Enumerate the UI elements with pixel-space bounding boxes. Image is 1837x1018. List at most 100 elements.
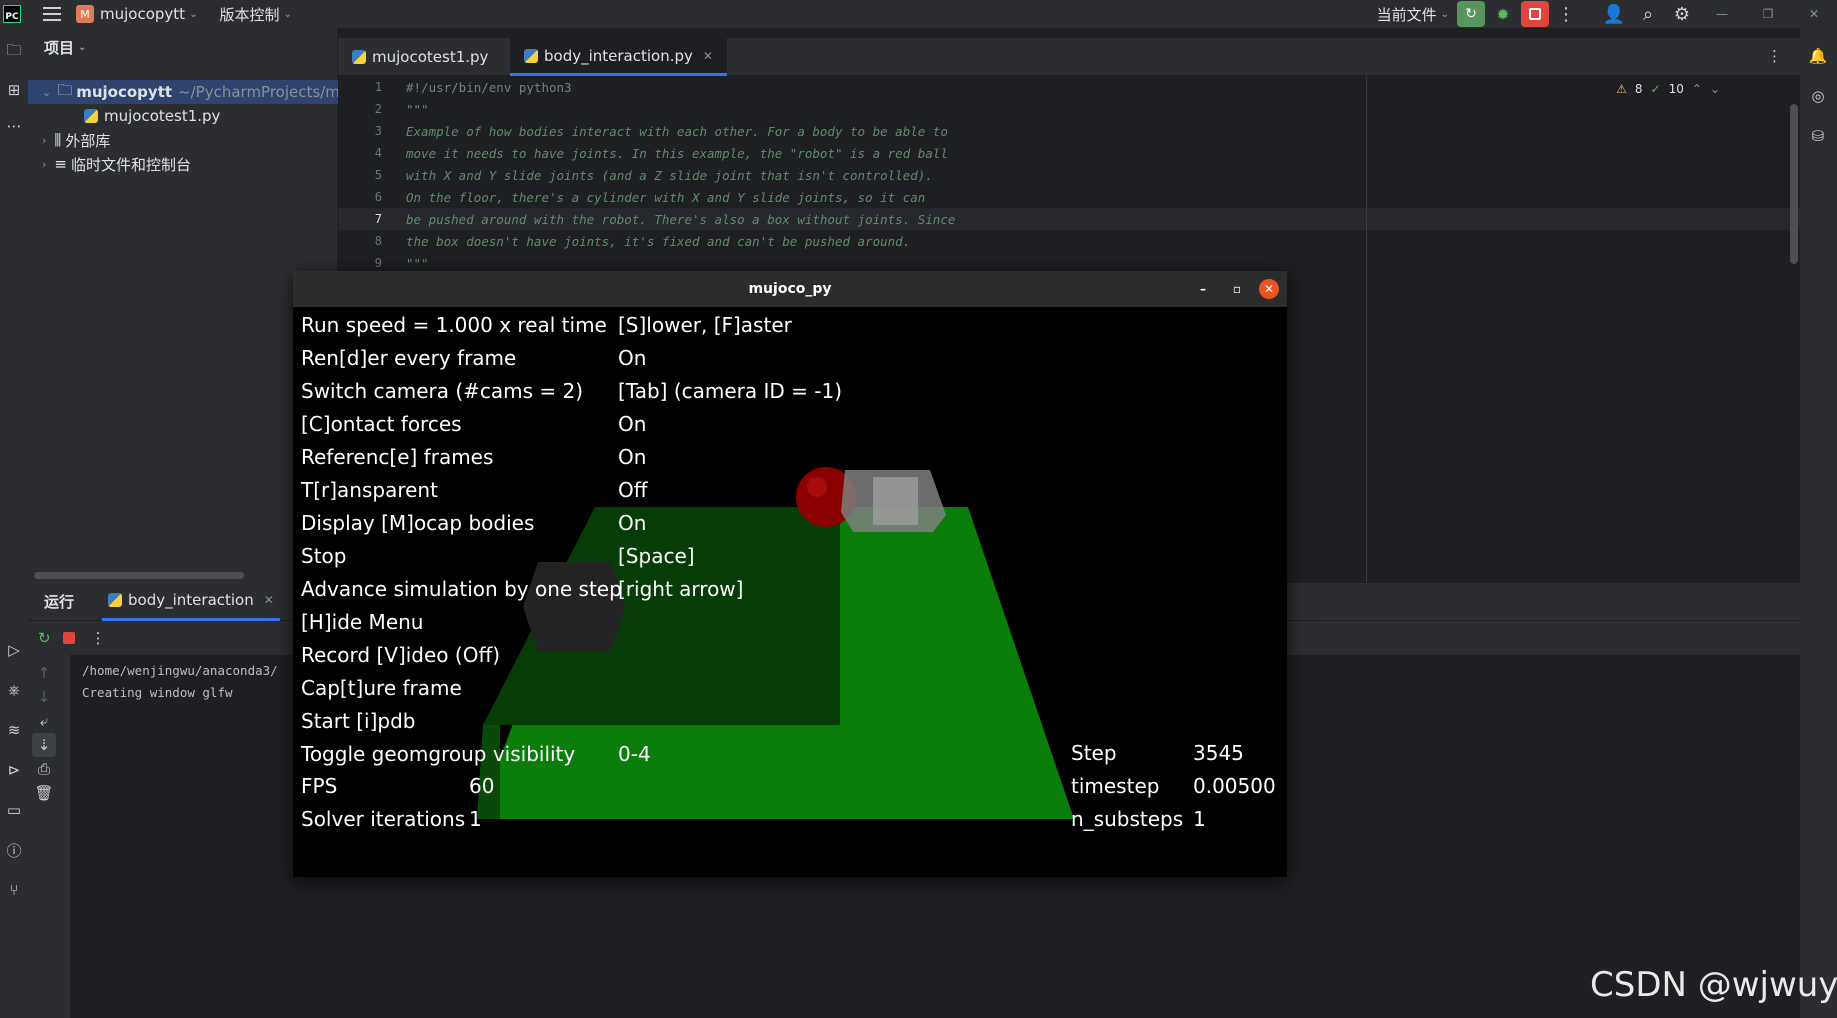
right-margin-guide [1366, 76, 1367, 582]
project-switcher[interactable]: mujocopytt ⌄ [94, 0, 197, 28]
inspection-widget[interactable]: ⚠ 8 ✓ 10 ⌃ ⌄ [1616, 82, 1720, 96]
close-tab-icon[interactable]: ✕ [264, 593, 274, 607]
chevron-down-icon: ⌄ [189, 8, 198, 20]
soft-wrap-icon[interactable]: ⤶ [32, 709, 56, 733]
menu-label: Ren[d]er every frame [301, 346, 517, 370]
menu-label: Advance simulation by one step [301, 577, 622, 601]
close-icon[interactable]: ✕ [1259, 279, 1279, 299]
line-number: 2 [374, 102, 382, 116]
project-panel-header[interactable]: 项目 ⌄ [28, 28, 337, 66]
line-number: 1 [374, 80, 382, 94]
main-menu-icon[interactable] [43, 7, 61, 21]
folder-icon: 🗀 [57, 80, 73, 99]
scroll-down-icon[interactable]: ↓ [32, 685, 56, 709]
mujoco-viewer-window: mujoco_py – ▫ ✕ Run speed = 1.000 x real… [293, 271, 1287, 877]
rerun-icon[interactable]: ↻ [38, 629, 51, 647]
more-tools-icon[interactable]: ⋯ [2, 114, 26, 138]
line-number: 3 [374, 124, 382, 138]
search-icon[interactable]: ⌕ [1631, 0, 1665, 28]
tab-label: mujocotest1.py [372, 48, 489, 66]
code-line: """ [406, 256, 429, 271]
code-line: with X and Y slide joints (and a Z slide… [406, 168, 933, 183]
chevron-down-icon: ⌄ [1440, 8, 1449, 20]
cylinder-body [523, 562, 626, 652]
database-icon[interactable]: ⛁ [1806, 124, 1830, 148]
git-icon[interactable]: ⑂ [2, 878, 26, 902]
simulation-scene[interactable]: Run speed = 1.000 x real time Ren[d]er e… [293, 307, 1287, 877]
mujoco-window-titlebar[interactable]: mujoco_py – ▫ ✕ [293, 271, 1287, 307]
python-console-icon[interactable]: ⎈ [2, 678, 26, 702]
project-panel-title: 项目 [44, 38, 75, 57]
scroll-to-end-icon[interactable]: ⇣ [32, 733, 56, 757]
run-tool-icon[interactable]: ▷ [2, 638, 26, 662]
debug-button[interactable]: ✹ [1489, 1, 1517, 27]
structure-icon[interactable]: ⊞ [2, 78, 26, 102]
code-line: the box doesn't have joints, it's fixed … [406, 234, 911, 249]
right-tool-strip: 🔔 ◎ ⛁ [1800, 28, 1837, 1018]
chevron-down-icon[interactable]: ⌄ [1710, 82, 1720, 96]
more-options-icon[interactable]: ⋮ [91, 629, 106, 647]
substeps-value: 1 [1193, 807, 1206, 831]
scroll-up-icon[interactable]: ↑ [32, 661, 56, 685]
restore-window-button[interactable]: ❐ [1745, 0, 1791, 28]
tab-options-icon[interactable]: ⋮ [1767, 47, 1782, 65]
menu-value: On [618, 346, 647, 370]
tab-mujocotest1[interactable]: mujocotest1.py [338, 38, 502, 76]
tree-item-external-libraries[interactable]: › ⫼ 外部库 [42, 128, 110, 152]
scratches-label: 临时文件和控制台 [70, 155, 191, 174]
minimize-icon[interactable]: – [1193, 279, 1213, 299]
chevron-up-icon[interactable]: ⌃ [1692, 82, 1702, 96]
close-window-button[interactable]: ✕ [1791, 0, 1837, 28]
console-line: Creating window glfw [82, 685, 233, 700]
vcs-menu[interactable]: 版本控制 ⌄ [213, 0, 291, 28]
minimize-window-button[interactable]: — [1699, 0, 1745, 28]
timestep-value: 0.00500 [1193, 774, 1276, 798]
floor-edge [477, 725, 500, 819]
menu-label: Display [M]ocap bodies [301, 511, 535, 535]
scratches-icon: ≡ [54, 155, 67, 173]
run-tab[interactable]: body_interaction ✕ [102, 583, 280, 621]
library-icon: ⫼ [54, 131, 62, 149]
project-badge-icon: M [76, 5, 94, 23]
print-icon[interactable]: ⎙ [32, 757, 56, 781]
rerun-icon: ↻ [1465, 6, 1477, 22]
notifications-bell-icon[interactable]: 🔔 [1806, 44, 1830, 68]
problems-icon[interactable]: ⓘ [2, 838, 26, 862]
run-panel-title: 运行 [44, 593, 75, 611]
project-folder-icon[interactable]: 🗀 [2, 40, 26, 64]
services-icon[interactable]: ⊳ [2, 758, 26, 782]
ai-assistant-icon[interactable]: ◎ [1806, 84, 1830, 108]
layers-icon[interactable]: ≋ [2, 718, 26, 742]
code-line: move it needs to have joints. In this ex… [406, 146, 948, 161]
left-tool-strip: 🗀 ⊞ ⋯ ▷ ⎈ ≋ ⊳ ▭ ⓘ ⑂ [0, 28, 28, 1018]
tree-item-file[interactable]: mujocotest1.py [84, 104, 220, 128]
close-tab-icon[interactable]: ✕ [703, 49, 713, 63]
stop-button[interactable] [1521, 1, 1549, 27]
tab-body-interaction[interactable]: body_interaction.py ✕ [510, 38, 727, 76]
rerun-button[interactable]: ↻ [1457, 1, 1485, 27]
terminal-icon[interactable]: ▭ [2, 798, 26, 822]
menu-value: [S]lower, [F]aster [618, 313, 792, 337]
editor-scrollbar[interactable] [1790, 104, 1798, 264]
menu-label: Start [i]pdb [301, 709, 416, 733]
mujoco-window-title: mujoco_py [748, 281, 832, 297]
maximize-icon[interactable]: ▫ [1227, 279, 1247, 299]
tree-item-scratches[interactable]: › ≡ 临时文件和控制台 [42, 152, 191, 176]
solver-value: 1 [469, 807, 482, 831]
horizontal-scrollbar[interactable] [34, 572, 244, 579]
add-user-icon[interactable]: 👤 [1597, 0, 1631, 28]
run-config-selector[interactable]: 当前文件 ⌄ [1371, 0, 1449, 28]
menu-value: Off [618, 478, 648, 502]
menu-label: Record [V]ideo (Off) [301, 643, 501, 667]
substeps-label: n_substeps [1071, 807, 1184, 831]
more-actions-button[interactable]: ⋮ [1549, 0, 1583, 28]
settings-gear-icon[interactable]: ⚙ [1665, 0, 1699, 28]
stop-icon[interactable] [62, 632, 75, 644]
menu-value: On [618, 511, 647, 535]
line-number: 4 [374, 146, 382, 160]
tree-item-root[interactable]: ⌄ 🗀 mujocopytt ~/PycharmProjects/mu [28, 80, 349, 104]
menu-value: On [618, 445, 647, 469]
fps-label: FPS [301, 774, 338, 798]
chevron-down-icon: ⌄ [283, 8, 292, 20]
trash-icon[interactable]: 🗑 [32, 781, 56, 805]
